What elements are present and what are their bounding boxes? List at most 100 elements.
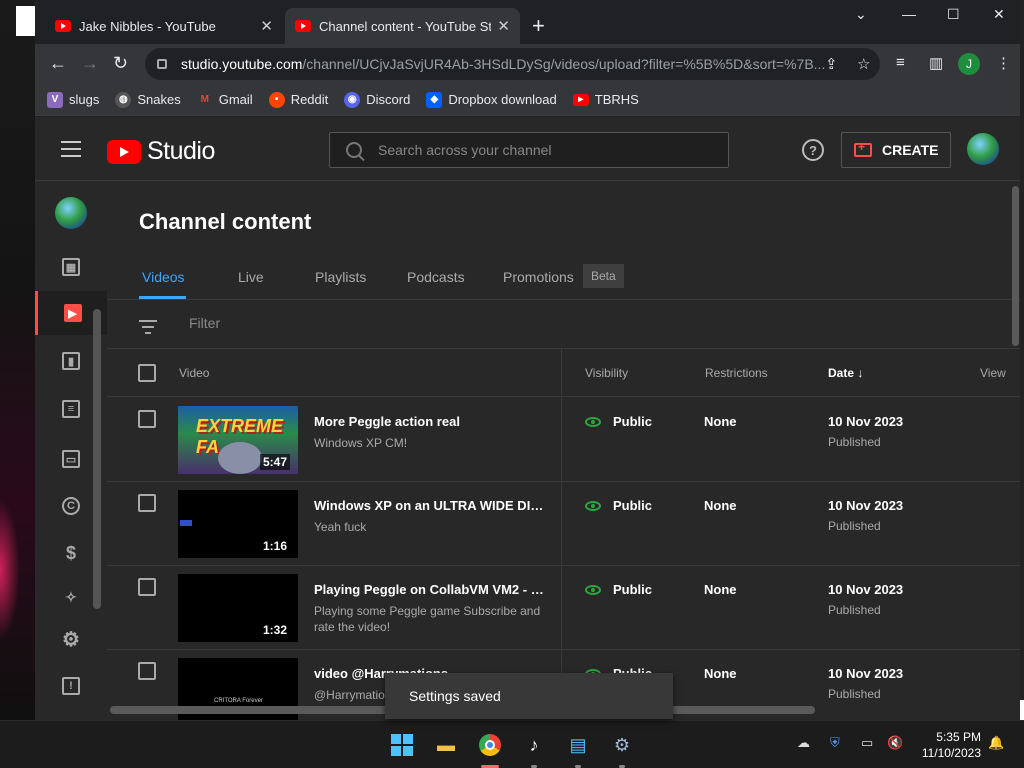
tab-playlists[interactable]: Playlists	[315, 269, 366, 285]
copyright-icon: C	[62, 497, 80, 515]
side-panel-icon[interactable]: ▥	[929, 54, 943, 72]
video-title[interactable]: Windows XP on an ULTRA WIDE DISP...	[314, 498, 544, 513]
bookmark-star-icon[interactable]: ☆	[857, 55, 870, 73]
defender-shield-icon[interactable]: ⛨	[830, 735, 840, 751]
profile-avatar[interactable]: J	[958, 53, 980, 75]
reload-icon[interactable]: ↻	[113, 53, 128, 74]
new-tab-plus-icon[interactable]: +	[532, 13, 545, 39]
browser-toolbar: ← → ↻ studio.youtube.com /channel/UCjvJa…	[35, 44, 1020, 84]
notification-bell-icon[interactable]: 🔔	[988, 735, 1004, 751]
nav-scrollbar[interactable]	[93, 309, 101, 609]
filter-icon[interactable]	[139, 320, 157, 338]
forward-arrow-icon[interactable]: →	[81, 53, 99, 74]
visibility-cell[interactable]: Public	[585, 498, 652, 513]
eye-icon	[585, 584, 601, 595]
lock-icon[interactable]	[157, 59, 167, 69]
video-thumbnail[interactable]: EXTREME FA 5:47	[178, 406, 298, 474]
volume-muted-icon[interactable]: 🔇	[887, 735, 903, 751]
channel-search-box[interactable]	[329, 132, 729, 168]
onedrive-offline-icon[interactable]: ☁	[797, 735, 810, 751]
video-duration: 1:16	[259, 538, 290, 554]
table-row[interactable]: EXTREME FA 5:47 More Peggle action real …	[107, 398, 1020, 482]
chrome-icon[interactable]	[478, 733, 502, 757]
bookmarks-bar: Vslugs ◍ Snakes M Gmail • Reddit ◉ Discord ◆…	[35, 84, 1020, 116]
studio-logo[interactable]: Studio	[107, 137, 215, 166]
file-explorer-icon[interactable]: ▬	[434, 733, 458, 757]
address-bar[interactable]: studio.youtube.com /channel/UCjvJaSvjUR4…	[145, 48, 880, 80]
filter-input[interactable]	[189, 315, 489, 331]
tab-live[interactable]: Live	[238, 269, 264, 285]
nav-settings[interactable]: ⚙	[35, 617, 107, 661]
bookmark-gmail[interactable]: M Gmail	[197, 92, 253, 108]
maximize-icon[interactable]: ☐	[947, 6, 960, 23]
channel-avatar[interactable]	[55, 197, 87, 229]
bookmark-slugs[interactable]: Vslugs	[47, 91, 99, 108]
visibility-cell[interactable]: Public	[585, 582, 652, 597]
tab-videos[interactable]: Videos	[142, 269, 185, 285]
thumbnail-character	[218, 442, 262, 474]
visibility-value: Public	[613, 414, 653, 429]
back-arrow-icon[interactable]: ←	[49, 53, 67, 74]
table-row[interactable]: 1:16 Windows XP on an ULTRA WIDE DISP...…	[107, 482, 1020, 566]
bookmark-dropbox[interactable]: ◆ Dropbox download	[426, 91, 557, 108]
visibility-cell[interactable]: Public	[585, 414, 652, 429]
column-date[interactable]: Date ↓	[828, 366, 863, 380]
analytics-icon: ▮	[62, 352, 80, 370]
column-restrictions[interactable]: Restrictions	[705, 366, 768, 380]
start-windows-icon[interactable]	[390, 733, 414, 757]
row-checkbox[interactable]	[138, 662, 156, 680]
kebab-menu-icon[interactable]: ⋮	[996, 54, 1011, 72]
network-icon[interactable]: ▭	[861, 735, 873, 751]
close-window-icon[interactable]: ✕	[993, 6, 1005, 23]
nav-feedback[interactable]: !	[35, 664, 107, 708]
create-button[interactable]: CREATE	[841, 132, 951, 168]
column-date-label: Date	[828, 366, 855, 380]
account-avatar[interactable]	[967, 133, 999, 165]
minimize-icon[interactable]: —	[902, 6, 916, 22]
date-value: 10 Nov 2023	[828, 498, 904, 513]
video-title[interactable]: Playing Peggle on CollabVM VM2 - Wi...	[314, 582, 544, 597]
column-visibility[interactable]: Visibility	[585, 366, 628, 380]
select-all-checkbox[interactable]	[138, 364, 156, 382]
tiktok-icon[interactable]: ♪	[522, 733, 546, 757]
bookmark-snakes[interactable]: ◍ Snakes	[115, 91, 181, 108]
system-clock[interactable]: 5:35 PM 11/10/2023	[915, 729, 981, 761]
tab-podcasts[interactable]: Podcasts	[407, 269, 465, 285]
channel-search-input[interactable]	[378, 142, 698, 158]
thumbnail-taskbar-fragment	[180, 520, 192, 526]
row-checkbox[interactable]	[138, 494, 156, 512]
youtube-favicon-icon: ▸	[572, 93, 589, 106]
tab-search-chevron-icon[interactable]: ⌄	[855, 6, 867, 23]
page-title: Channel content	[139, 209, 312, 234]
eye-icon	[585, 416, 601, 427]
bookmark-label: Discord	[366, 92, 411, 107]
tab-promotions[interactable]: Promotions	[503, 269, 574, 285]
background-window-fragment	[16, 6, 36, 36]
date-value: 10 Nov 2023	[828, 582, 904, 597]
page-vertical-scrollbar[interactable]	[1012, 186, 1019, 346]
bookmark-reddit[interactable]: • Reddit	[268, 91, 328, 108]
column-views[interactable]: View	[980, 366, 1006, 380]
date-value: 10 Nov 2023	[828, 414, 904, 429]
notepad-icon[interactable]: ▤	[566, 733, 590, 757]
video-thumbnail[interactable]: 1:16	[178, 490, 298, 558]
tab-jake-nibbles[interactable]: Jake Nibbles - YouTube ✕	[45, 8, 283, 44]
bookmark-tbrhs[interactable]: ▸ TBRHS	[572, 92, 639, 107]
tab-channel-content[interactable]: Channel content - YouTube Studio ✕	[285, 8, 520, 44]
reading-list-icon[interactable]: ≡	[896, 54, 905, 71]
video-title[interactable]: More Peggle action real	[314, 414, 544, 429]
bookmark-discord[interactable]: ◉ Discord	[344, 91, 411, 108]
share-icon[interactable]: ⇪	[825, 55, 838, 73]
row-checkbox[interactable]	[138, 578, 156, 596]
hamburger-menu-icon[interactable]	[61, 141, 81, 162]
nav-dashboard[interactable]: ▦	[35, 245, 107, 289]
table-row[interactable]: 1:32 Playing Peggle on CollabVM VM2 - Wi…	[107, 566, 1020, 650]
help-icon[interactable]: ?	[802, 139, 824, 161]
close-tab-icon[interactable]: ✕	[260, 17, 273, 35]
video-thumbnail[interactable]: 1:32	[178, 574, 298, 642]
clock-date: 11/10/2023	[921, 746, 981, 760]
row-checkbox[interactable]	[138, 410, 156, 428]
url-host: studio.youtube.com	[181, 56, 303, 72]
close-tab-icon[interactable]: ✕	[497, 17, 510, 35]
settings-gear-icon[interactable]: ⚙	[610, 733, 634, 757]
